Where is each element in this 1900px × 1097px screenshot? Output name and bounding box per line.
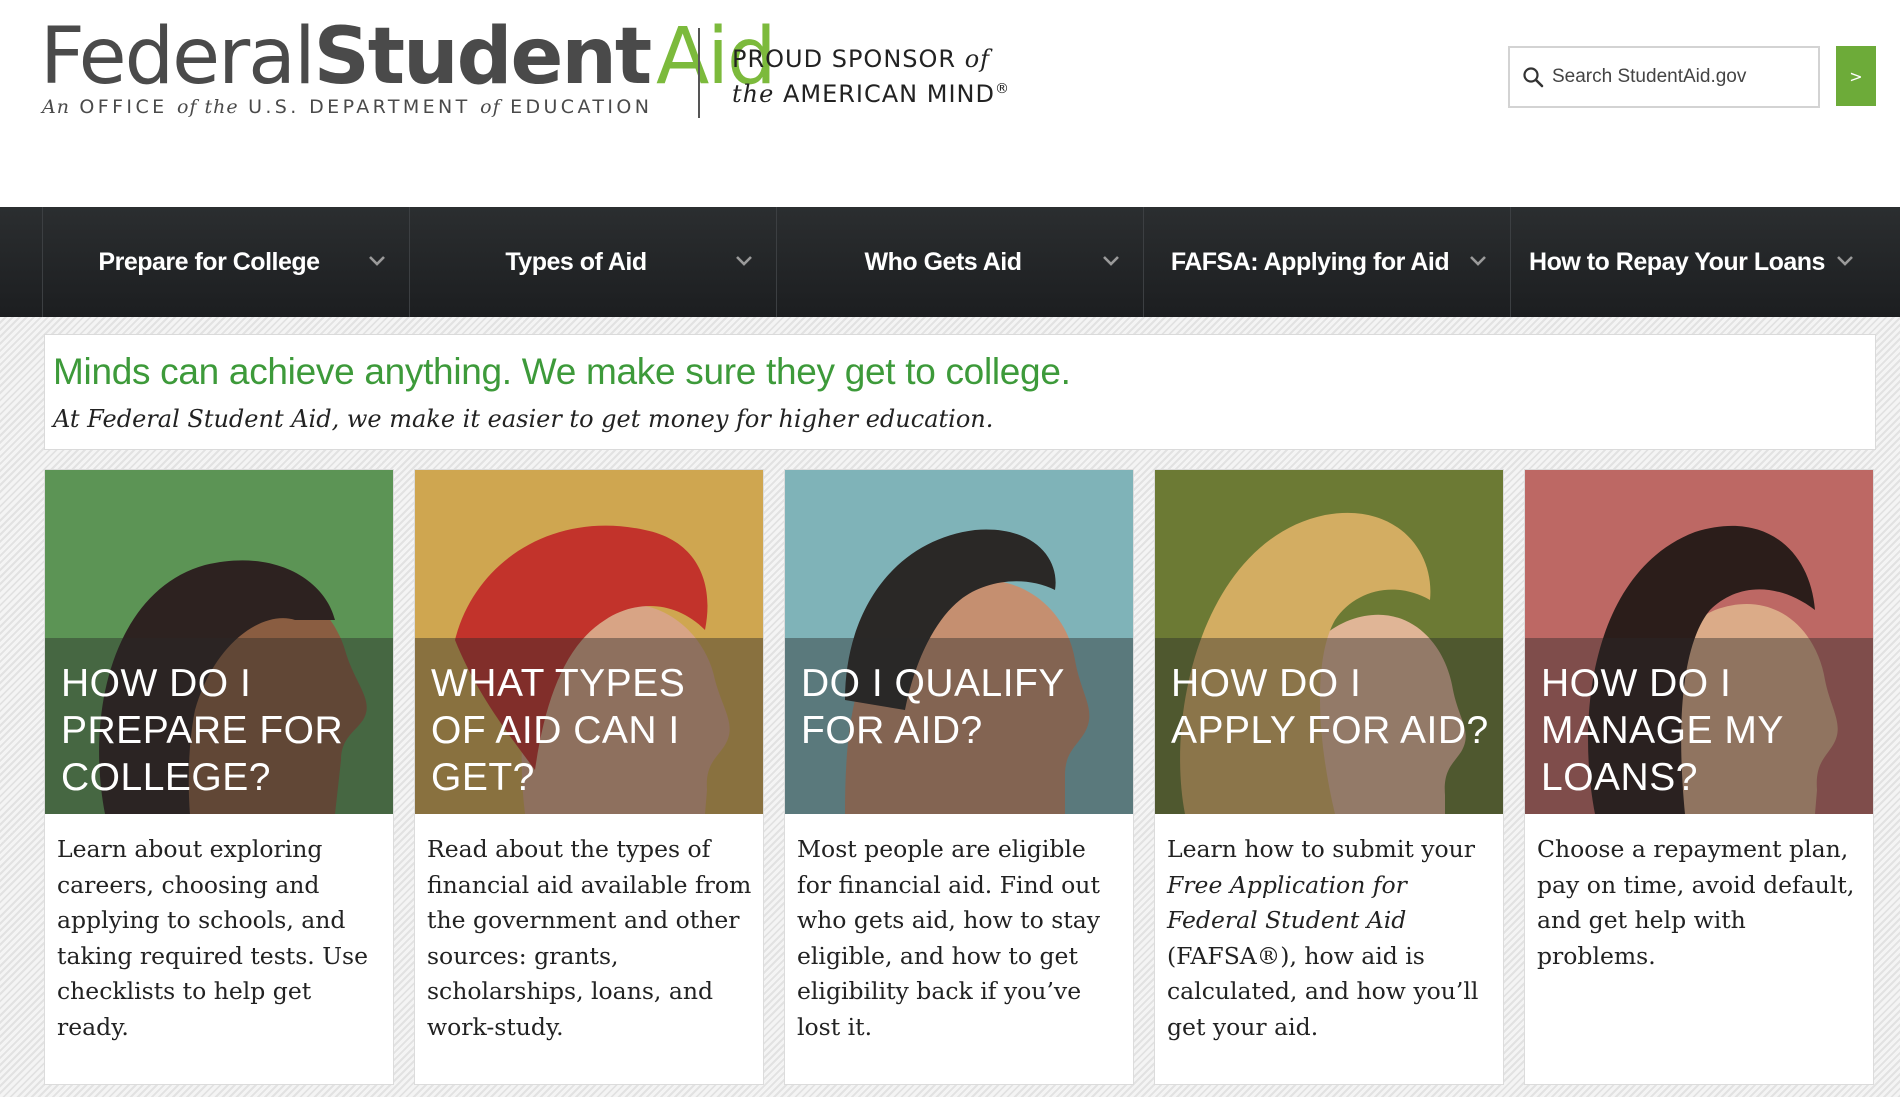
- search-input[interactable]: [1552, 66, 1812, 88]
- nav-item-label: Who Gets Aid: [864, 247, 1022, 276]
- topic-cards: How do I prepare for college? Learn abou…: [44, 469, 1876, 1085]
- card-question: How do I prepare for college?: [61, 662, 344, 799]
- logo-word-federal: Federal: [40, 12, 316, 102]
- nav-item-label: Prepare for College: [98, 247, 320, 276]
- card-prepare-for-college[interactable]: How do I prepare for college? Learn abou…: [44, 469, 394, 1085]
- logo-divider: [698, 28, 700, 118]
- chevron-down-icon: [1470, 256, 1486, 266]
- card-description: Choose a repayment plan, pay on time, av…: [1537, 835, 1855, 970]
- search-box: [1508, 46, 1820, 108]
- nav-item-repay-loans[interactable]: How to Repay Your Loans: [1510, 207, 1877, 317]
- chevron-down-icon: [1103, 256, 1119, 266]
- card-description: Read about the types of financial aid av…: [427, 835, 752, 1041]
- nav-item-label: How to Repay Your Loans: [1529, 247, 1825, 276]
- chevron-down-icon: [369, 256, 385, 266]
- card-apply-for-aid[interactable]: How do I apply for aid? Learn how to sub…: [1154, 469, 1504, 1085]
- search-submit-button[interactable]: >: [1836, 46, 1876, 106]
- sponsor-badge: PROUD SPONSOR of the AMERICAN MIND®: [732, 45, 1010, 108]
- nav-item-types-of-aid[interactable]: Types of Aid: [409, 207, 776, 317]
- card-description: Learn about exploring careers, choosing …: [57, 835, 368, 1041]
- card-description: Most people are eligible for financial a…: [797, 835, 1101, 1041]
- card-question: How do I apply for aid?: [1171, 662, 1489, 752]
- site-header: FederalStudent Aid An OFFICE of the U.S.…: [0, 0, 1900, 207]
- hero-subtitle: At Federal Student Aid, we make it easie…: [53, 405, 994, 433]
- nav-item-label: Types of Aid: [505, 247, 647, 276]
- card-question: What types of aid can I get?: [431, 662, 686, 799]
- nav-item-prepare-for-college[interactable]: Prepare for College: [42, 207, 409, 317]
- card-types-of-aid[interactable]: What types of aid can I get? Read about …: [414, 469, 764, 1085]
- main-nav: Prepare for College Types of Aid Who Get…: [0, 207, 1900, 317]
- card-question: How do I manage my loans?: [1541, 662, 1784, 799]
- logo-word-student: Student: [313, 12, 653, 102]
- fsa-logo[interactable]: FederalStudent Aid: [40, 18, 776, 96]
- main-content: Minds can achieve anything. We make sure…: [0, 317, 1900, 1097]
- chevron-down-icon: [736, 256, 752, 266]
- nav-item-who-gets-aid[interactable]: Who Gets Aid: [776, 207, 1143, 317]
- card-description: Learn how to submit your Free Applicatio…: [1167, 835, 1479, 1041]
- nav-item-fafsa[interactable]: FAFSA: Applying for Aid: [1143, 207, 1510, 317]
- card-question: Do I qualify for aid?: [801, 662, 1065, 752]
- hero-title: Minds can achieve anything. We make sure…: [53, 351, 1071, 392]
- card-who-qualifies[interactable]: Do I qualify for aid? Most people are el…: [784, 469, 1134, 1085]
- search-icon: [1522, 66, 1544, 88]
- nav-item-label: FAFSA: Applying for Aid: [1170, 247, 1450, 276]
- card-manage-loans[interactable]: How do I manage my loans? Choose a repay…: [1524, 469, 1874, 1085]
- logo-tagline: An OFFICE of the U.S. DEPARTMENT of EDUC…: [42, 96, 653, 118]
- hero-banner: Minds can achieve anything. We make sure…: [44, 334, 1876, 450]
- chevron-down-icon: [1837, 256, 1853, 266]
